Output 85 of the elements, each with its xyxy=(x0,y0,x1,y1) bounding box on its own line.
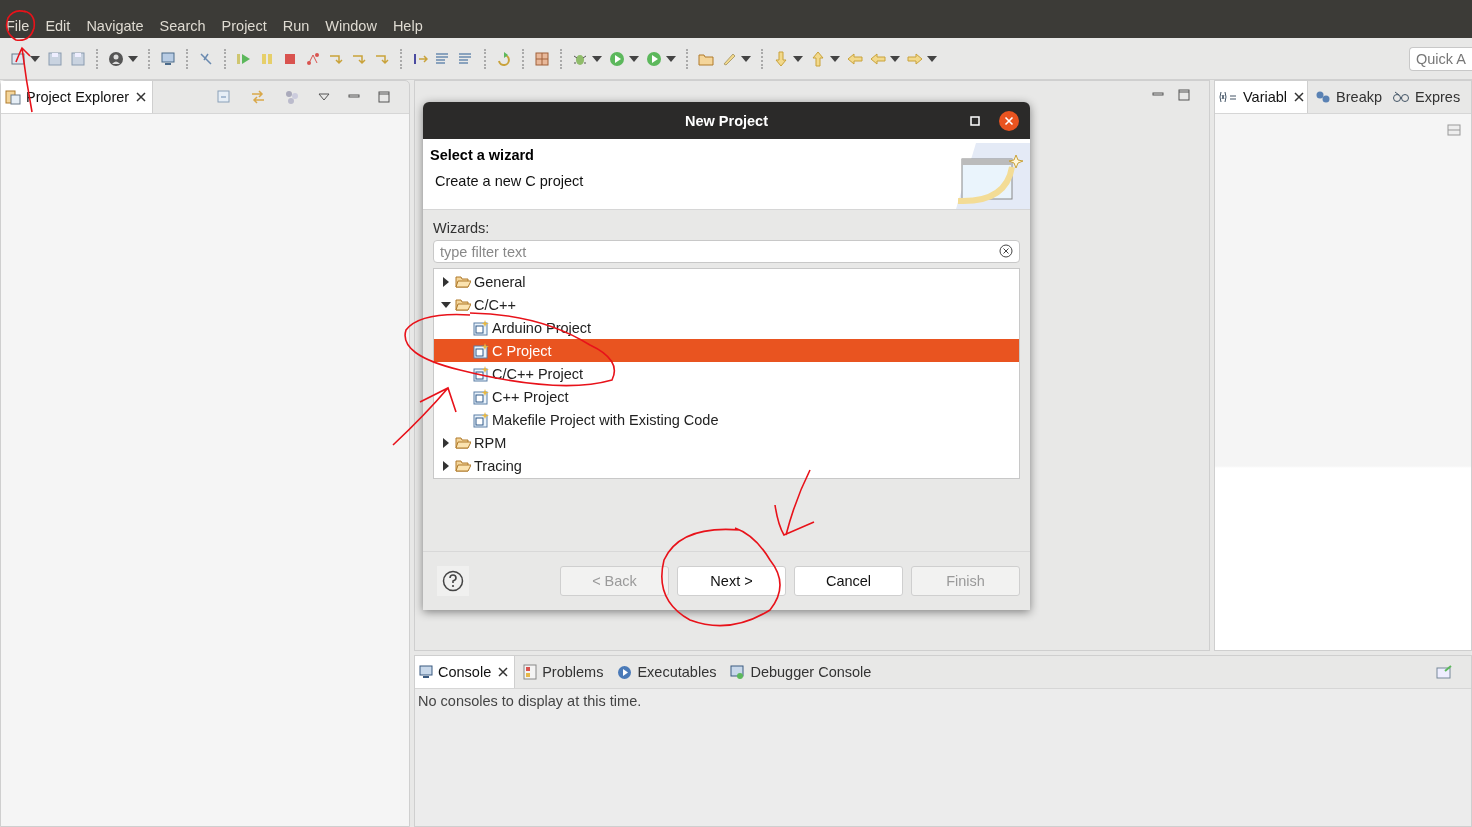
dialog-button[interactable]: Cancel xyxy=(794,566,903,596)
close-icon[interactable] xyxy=(136,92,147,102)
folder-icon xyxy=(455,298,471,311)
glasses-icon xyxy=(1392,90,1410,104)
caret-icon[interactable] xyxy=(592,55,602,62)
project-explorer-icon xyxy=(5,89,21,105)
tree-item[interactable]: Makefile Project with Existing Code xyxy=(434,408,1019,431)
warning-list-icon xyxy=(523,664,538,680)
c-project-icon xyxy=(473,388,489,405)
branch-icon[interactable] xyxy=(305,50,321,67)
console-bug-icon xyxy=(730,664,746,680)
grid-icon[interactable] xyxy=(534,50,550,67)
close-icon[interactable] xyxy=(1294,92,1305,102)
menu-item[interactable]: Navigate xyxy=(86,18,144,34)
caret-icon[interactable] xyxy=(128,55,138,62)
dialog-button[interactable]: Next > xyxy=(677,566,786,596)
caret-icon[interactable] xyxy=(793,55,803,62)
list-icon[interactable] xyxy=(458,50,474,67)
caret-icon[interactable] xyxy=(890,55,900,62)
panel-tab[interactable]: Executables xyxy=(613,656,723,688)
dialog-title: New Project xyxy=(685,112,768,129)
monitor-icon[interactable] xyxy=(160,50,176,67)
refresh-icon[interactable] xyxy=(496,50,512,67)
panel-tab[interactable]: Problems xyxy=(519,656,610,688)
wizards-label: Wizards: xyxy=(433,220,491,236)
caret-icon[interactable] xyxy=(30,55,40,62)
panel-tab[interactable]: Expres xyxy=(1389,81,1464,113)
panel-tab[interactable]: Debugger Console xyxy=(726,656,878,688)
monitor-icon xyxy=(419,665,433,679)
c-project-icon xyxy=(473,342,489,359)
hand-drawn-arrow xyxy=(392,387,457,446)
person-icon[interactable] xyxy=(108,50,124,67)
folder-icon xyxy=(455,436,471,449)
caret-icon[interactable] xyxy=(666,55,676,62)
menu-item[interactable]: Window xyxy=(325,18,377,34)
menu-item[interactable]: Run xyxy=(282,18,310,34)
menu-item[interactable]: File xyxy=(6,18,30,34)
save-all-icon[interactable] xyxy=(70,50,86,67)
menu-item[interactable]: Project xyxy=(221,18,267,34)
menu-item[interactable]: Edit xyxy=(45,18,71,34)
window-icon[interactable] xyxy=(10,50,26,67)
filter-field[interactable]: type filter text xyxy=(433,240,1020,263)
tree-item[interactable]: C/C++ xyxy=(434,293,1019,316)
list-icon[interactable] xyxy=(435,50,451,67)
collapse-arrow-icon[interactable] xyxy=(440,299,452,310)
wizard-description: Create a new C project xyxy=(435,173,585,189)
link-arrows-icon[interactable] xyxy=(250,89,266,105)
play-circle-icon xyxy=(617,664,633,680)
tree-item[interactable]: Tracing xyxy=(434,454,1019,477)
close-icon[interactable] xyxy=(999,111,1019,131)
caret-icon[interactable] xyxy=(927,55,937,62)
caret-icon[interactable] xyxy=(830,55,840,62)
wizard-window-icon xyxy=(956,143,1030,209)
wizard-heading: Select a wizard xyxy=(430,147,535,163)
variable-icon xyxy=(1218,91,1238,103)
tree-item[interactable]: C++ Project xyxy=(434,385,1019,408)
close-icon[interactable] xyxy=(498,667,509,677)
c-project-icon xyxy=(473,411,489,428)
tree-item[interactable]: Arduino Project xyxy=(434,316,1019,339)
panel-tab[interactable]: Breakp xyxy=(1312,81,1385,113)
menu-item[interactable]: Search xyxy=(159,18,206,34)
panel-tab[interactable]: Variabl xyxy=(1215,81,1309,113)
view-menu-icon[interactable] xyxy=(318,93,330,101)
tree-item[interactable]: General xyxy=(434,270,1019,293)
panel-tab[interactable]: Console xyxy=(415,656,516,688)
open-console-icon[interactable] xyxy=(1436,665,1452,679)
caret-icon[interactable] xyxy=(741,55,751,62)
clear-icon[interactable] xyxy=(999,244,1013,258)
breakpoint-icon xyxy=(1315,90,1332,104)
c-project-icon xyxy=(473,365,489,382)
folder-icon xyxy=(455,459,471,472)
quick-access-field[interactable]: Quick A xyxy=(1409,46,1472,71)
layout-icon[interactable] xyxy=(1446,122,1462,138)
tree-item[interactable]: RPM xyxy=(434,431,1019,454)
filter-icon[interactable] xyxy=(284,89,300,105)
c-project-icon xyxy=(473,319,489,336)
hand-drawn-arrow xyxy=(774,469,815,536)
caret-icon[interactable] xyxy=(629,55,639,62)
tree-item[interactable]: C Project xyxy=(434,339,1019,362)
tree-item[interactable]: C/C++ Project xyxy=(434,362,1019,385)
menu-item[interactable]: Help xyxy=(392,18,423,34)
save-icon[interactable] xyxy=(47,50,63,67)
folder-icon xyxy=(455,275,471,288)
console-message: No consoles to display at this time. xyxy=(418,693,642,709)
help-icon[interactable] xyxy=(437,566,469,596)
